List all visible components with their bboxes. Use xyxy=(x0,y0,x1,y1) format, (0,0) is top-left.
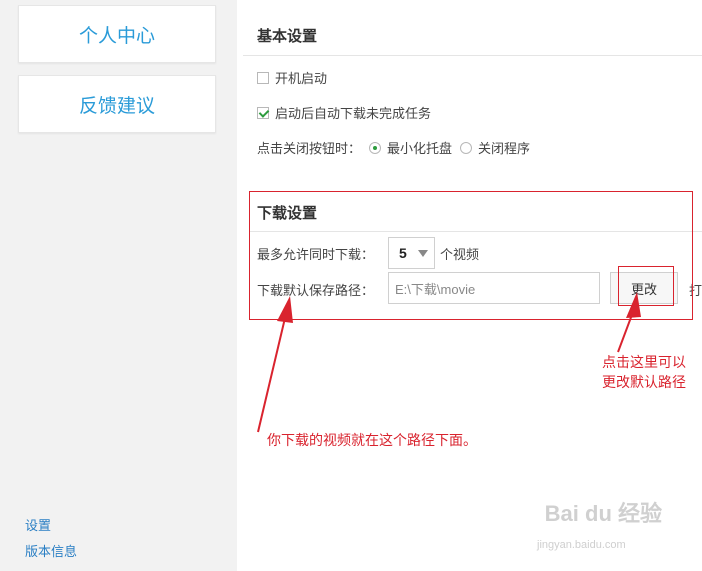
annotation-right-line1: 点击这里可以 xyxy=(602,354,686,370)
annotation-bottom: 你下载的视频就在这个路径下面。 xyxy=(267,432,477,448)
watermark-url: jingyan.baidu.com xyxy=(537,539,626,551)
annotation-right: 点击这里可以 更改默认路径 xyxy=(602,352,686,392)
annotation-right-line2: 更改默认路径 xyxy=(602,374,686,390)
arrow-to-change-button xyxy=(617,311,634,353)
arrowhead-icon xyxy=(277,296,293,323)
arrowhead-icon xyxy=(626,292,641,318)
baidu-jingyan-watermark: Bai du 经验 xyxy=(544,501,662,526)
annotation-arrows xyxy=(257,292,641,433)
arrow-to-path-field xyxy=(257,317,286,433)
